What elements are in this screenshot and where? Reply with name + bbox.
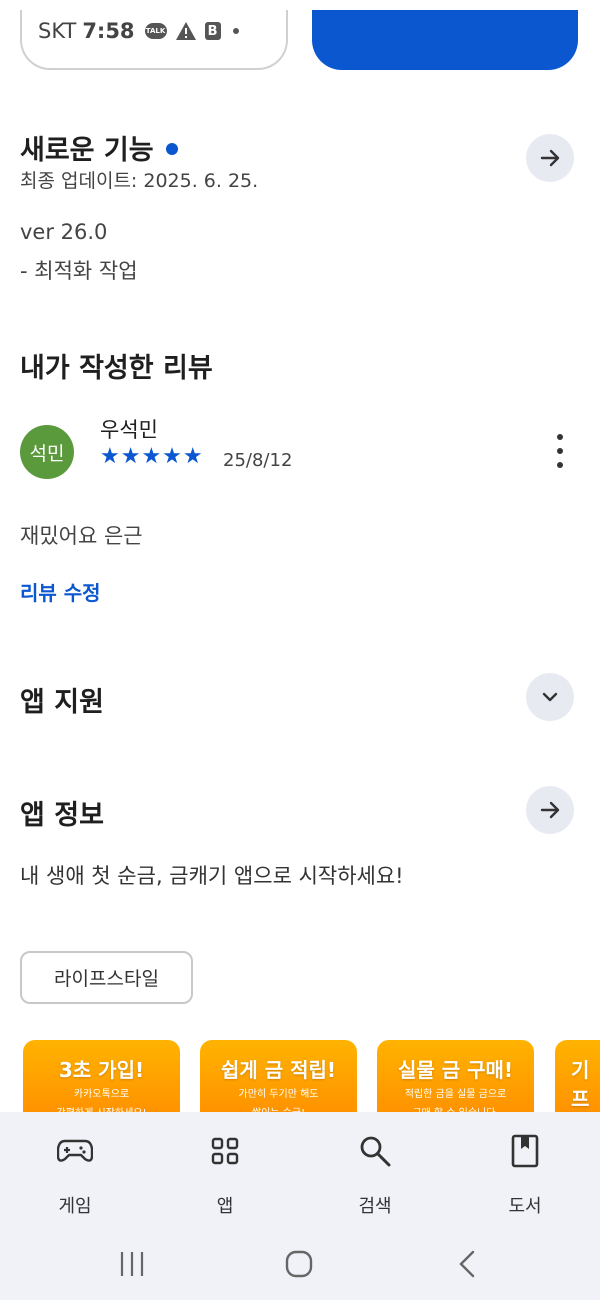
gamepad-icon	[57, 1132, 93, 1170]
app-support-title: 앱 지원	[20, 687, 104, 718]
whats-new-title-text: 새로운 기능	[20, 135, 154, 166]
arrow-right-icon	[540, 149, 560, 167]
screenshot-headline: 기프	[571, 1058, 590, 1111]
category-chip[interactable]: 라이프스타일	[20, 951, 193, 1004]
edit-review-link[interactable]: 리뷰 수정	[20, 577, 101, 606]
screenshot-card[interactable]: 쉽게 금 적립! 가만히 두기만 해도 쌓이는 순금!	[200, 1040, 357, 1120]
bottom-navigation: 게임 앱 검색 도서	[0, 1112, 600, 1230]
system-navigation-bar	[0, 1230, 600, 1300]
app-info-title: 앱 정보	[20, 800, 104, 831]
home-icon[interactable]	[282, 1244, 316, 1284]
chevron-down-icon	[542, 692, 558, 702]
apps-grid-icon	[210, 1132, 240, 1170]
open-button[interactable]	[312, 10, 578, 70]
review-date: 25/8/12	[223, 450, 293, 471]
reviewer-name: 우석민	[100, 418, 158, 442]
nav-item-books[interactable]: 도서	[450, 1112, 600, 1230]
screenshot-headline: 3초 가입!	[58, 1058, 145, 1082]
my-review-title: 내가 작성한 리뷰	[20, 353, 213, 384]
more-options-icon[interactable]	[550, 434, 570, 468]
nav-item-apps[interactable]: 앱	[150, 1112, 300, 1230]
nav-label: 앱	[216, 1196, 234, 1217]
screenshot-caption-line: 적립한 금을 실물 금으로	[404, 1089, 507, 1100]
screenshot-card[interactable]: 3초 가입! 카카오톡으로 간편하게 시작하세요!	[23, 1040, 180, 1120]
version-text: ver 26.0	[20, 220, 108, 244]
screenshot-caption-line: 가만히 두기만 해도	[238, 1089, 319, 1100]
whats-new-title: 새로운 기능	[20, 128, 178, 167]
screenshot-card[interactable]: 기프 적립 기프	[555, 1040, 600, 1120]
app-support-expand-button[interactable]	[526, 673, 574, 721]
book-icon	[511, 1132, 539, 1170]
arrow-right-icon	[540, 801, 560, 819]
nav-item-search[interactable]: 검색	[300, 1112, 450, 1230]
back-icon[interactable]	[452, 1244, 482, 1284]
search-icon	[358, 1132, 392, 1170]
app-description: 내 생애 첫 순금, 금캐기 앱으로 시작하세요!	[20, 864, 404, 888]
nav-label: 게임	[58, 1196, 92, 1217]
avatar: 석민	[20, 425, 74, 479]
nav-label: 검색	[358, 1196, 392, 1217]
star-rating: ★★★★★	[100, 444, 204, 469]
nav-label: 도서	[508, 1196, 542, 1217]
screenshot-card[interactable]: 실물 금 구매! 적립한 금을 실물 금으로 구매 할 수 있습니다.	[377, 1040, 534, 1120]
review-text: 재밌어요 은근	[20, 524, 143, 548]
new-indicator-dot	[165, 142, 178, 155]
app-info-arrow-button[interactable]	[526, 786, 574, 834]
last-updated: 최종 업데이트: 2025. 6. 25.	[20, 170, 259, 192]
whats-new-arrow-button[interactable]	[526, 134, 574, 182]
screenshot-headline: 실물 금 구매!	[397, 1058, 514, 1082]
release-note: - 최적화 작업	[20, 259, 138, 283]
recent-apps-icon[interactable]	[115, 1244, 149, 1284]
nav-item-games[interactable]: 게임	[0, 1112, 150, 1230]
uninstall-button[interactable]	[20, 10, 288, 70]
screenshot-caption-line: 카카오톡으로	[73, 1089, 130, 1100]
screenshot-headline: 쉽게 금 적립!	[220, 1058, 337, 1082]
